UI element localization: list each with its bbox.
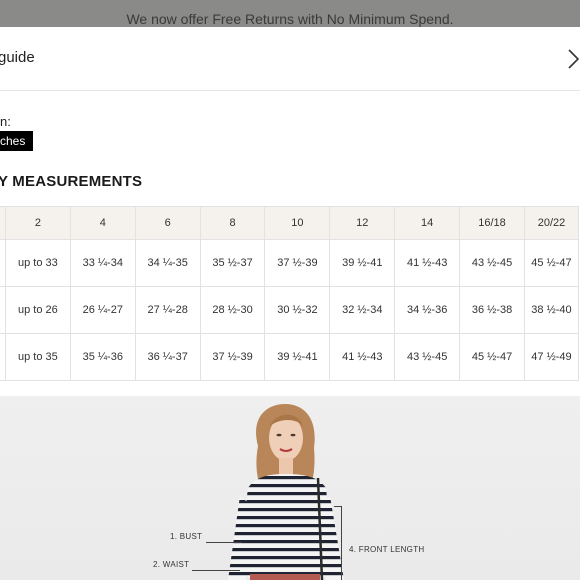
chevron-right-icon bbox=[568, 49, 580, 69]
table-header-cell: 16/18 bbox=[459, 206, 525, 240]
table-cell: 43 ½-45 bbox=[459, 239, 525, 287]
table-cell: 28 ½-30 bbox=[199, 286, 266, 334]
table-header-cell: 8 bbox=[199, 206, 266, 240]
table-cell: 27 ¼-28 bbox=[134, 286, 201, 334]
table-header-cell: 12 bbox=[329, 206, 396, 240]
table-header-row: 2 4 6 8 10 12 14 16/18 20/22 bbox=[0, 206, 580, 240]
front-length-label: 4. FRONT LENGTH bbox=[349, 545, 425, 554]
table-cell: 36 ¼-37 bbox=[134, 333, 201, 381]
table-cell: 32 ½-34 bbox=[329, 286, 396, 334]
table-row: up to 33 33 ¼-34 34 ¼-35 35 ½-37 37 ½-39… bbox=[0, 239, 580, 287]
section-title: Y MEASUREMENTS bbox=[0, 173, 143, 190]
table-cell: 37 ½-39 bbox=[199, 333, 266, 381]
table-cell: 33 ¼-34 bbox=[69, 239, 136, 287]
table-cell: up to 35 bbox=[4, 333, 71, 381]
table-cell: 38 ½-40 bbox=[523, 286, 580, 334]
table-cell: 35 ¼-36 bbox=[69, 333, 136, 381]
table-cell: 30 ½-32 bbox=[264, 286, 331, 334]
unit-toggle-inches[interactable]: ches bbox=[0, 131, 34, 151]
table-header-cell: 20/22 bbox=[523, 206, 580, 240]
table-cell: 43 ½-45 bbox=[394, 333, 461, 381]
table-cell: 34 ½-36 bbox=[394, 286, 461, 334]
front-length-line bbox=[341, 506, 342, 580]
table-cell: 34 ¼-35 bbox=[134, 239, 201, 287]
bust-label: 1. BUST bbox=[170, 532, 203, 541]
table-cell: 41 ½-43 bbox=[329, 333, 396, 381]
table-cell: up to 26 bbox=[4, 286, 71, 334]
table-cell: 39 ½-41 bbox=[264, 333, 331, 381]
table-cell: 39 ½-41 bbox=[329, 239, 396, 287]
close-button[interactable] bbox=[566, 47, 580, 71]
table-header-cell: 6 bbox=[134, 206, 201, 240]
table-cell: 35 ½-37 bbox=[199, 239, 266, 287]
table-cell: 45 ½-47 bbox=[459, 333, 525, 381]
waist-label: 2. WAIST bbox=[153, 560, 190, 569]
table-row: up to 26 26 ¼-27 27 ¼-28 28 ½-30 30 ½-32… bbox=[0, 286, 580, 334]
waist-line bbox=[192, 570, 240, 571]
table-cell: 37 ½-39 bbox=[264, 239, 331, 287]
view-in-label: n: bbox=[0, 114, 11, 129]
table-cell: 36 ½-38 bbox=[459, 286, 525, 334]
size-guide-modal: guide n: ches Y MEASUREMENTS 2 4 6 8 10 … bbox=[0, 27, 580, 580]
table-header-cell: 4 bbox=[69, 206, 136, 240]
table-cell: 47 ½-49 bbox=[523, 333, 580, 381]
modal-title: guide bbox=[0, 49, 35, 66]
bust-line bbox=[206, 542, 242, 543]
promo-banner: We now offer Free Returns with No Minimu… bbox=[0, 0, 580, 30]
modal-header: guide bbox=[0, 27, 580, 91]
table-header-cell: 2 bbox=[4, 206, 71, 240]
table-cell: 41 ½-43 bbox=[394, 239, 461, 287]
front-length-tick bbox=[334, 506, 342, 507]
table-header-cell: 10 bbox=[264, 206, 331, 240]
promo-text: We now offer Free Returns with No Minimu… bbox=[126, 11, 454, 27]
model-illustration bbox=[228, 404, 344, 580]
table-row: up to 35 35 ¼-36 36 ¼-37 37 ½-39 39 ½-41… bbox=[0, 333, 580, 381]
model-photo: 1. BUST 2. WAIST 4. FRONT LENGTH bbox=[0, 396, 580, 580]
size-table: 2 4 6 8 10 12 14 16/18 20/22 up to 33 33… bbox=[0, 206, 580, 381]
table-cell: 45 ½-47 bbox=[523, 239, 580, 287]
table-cell: up to 33 bbox=[4, 239, 71, 287]
table-header-cell: 14 bbox=[394, 206, 461, 240]
table-cell: 26 ¼-27 bbox=[69, 286, 136, 334]
